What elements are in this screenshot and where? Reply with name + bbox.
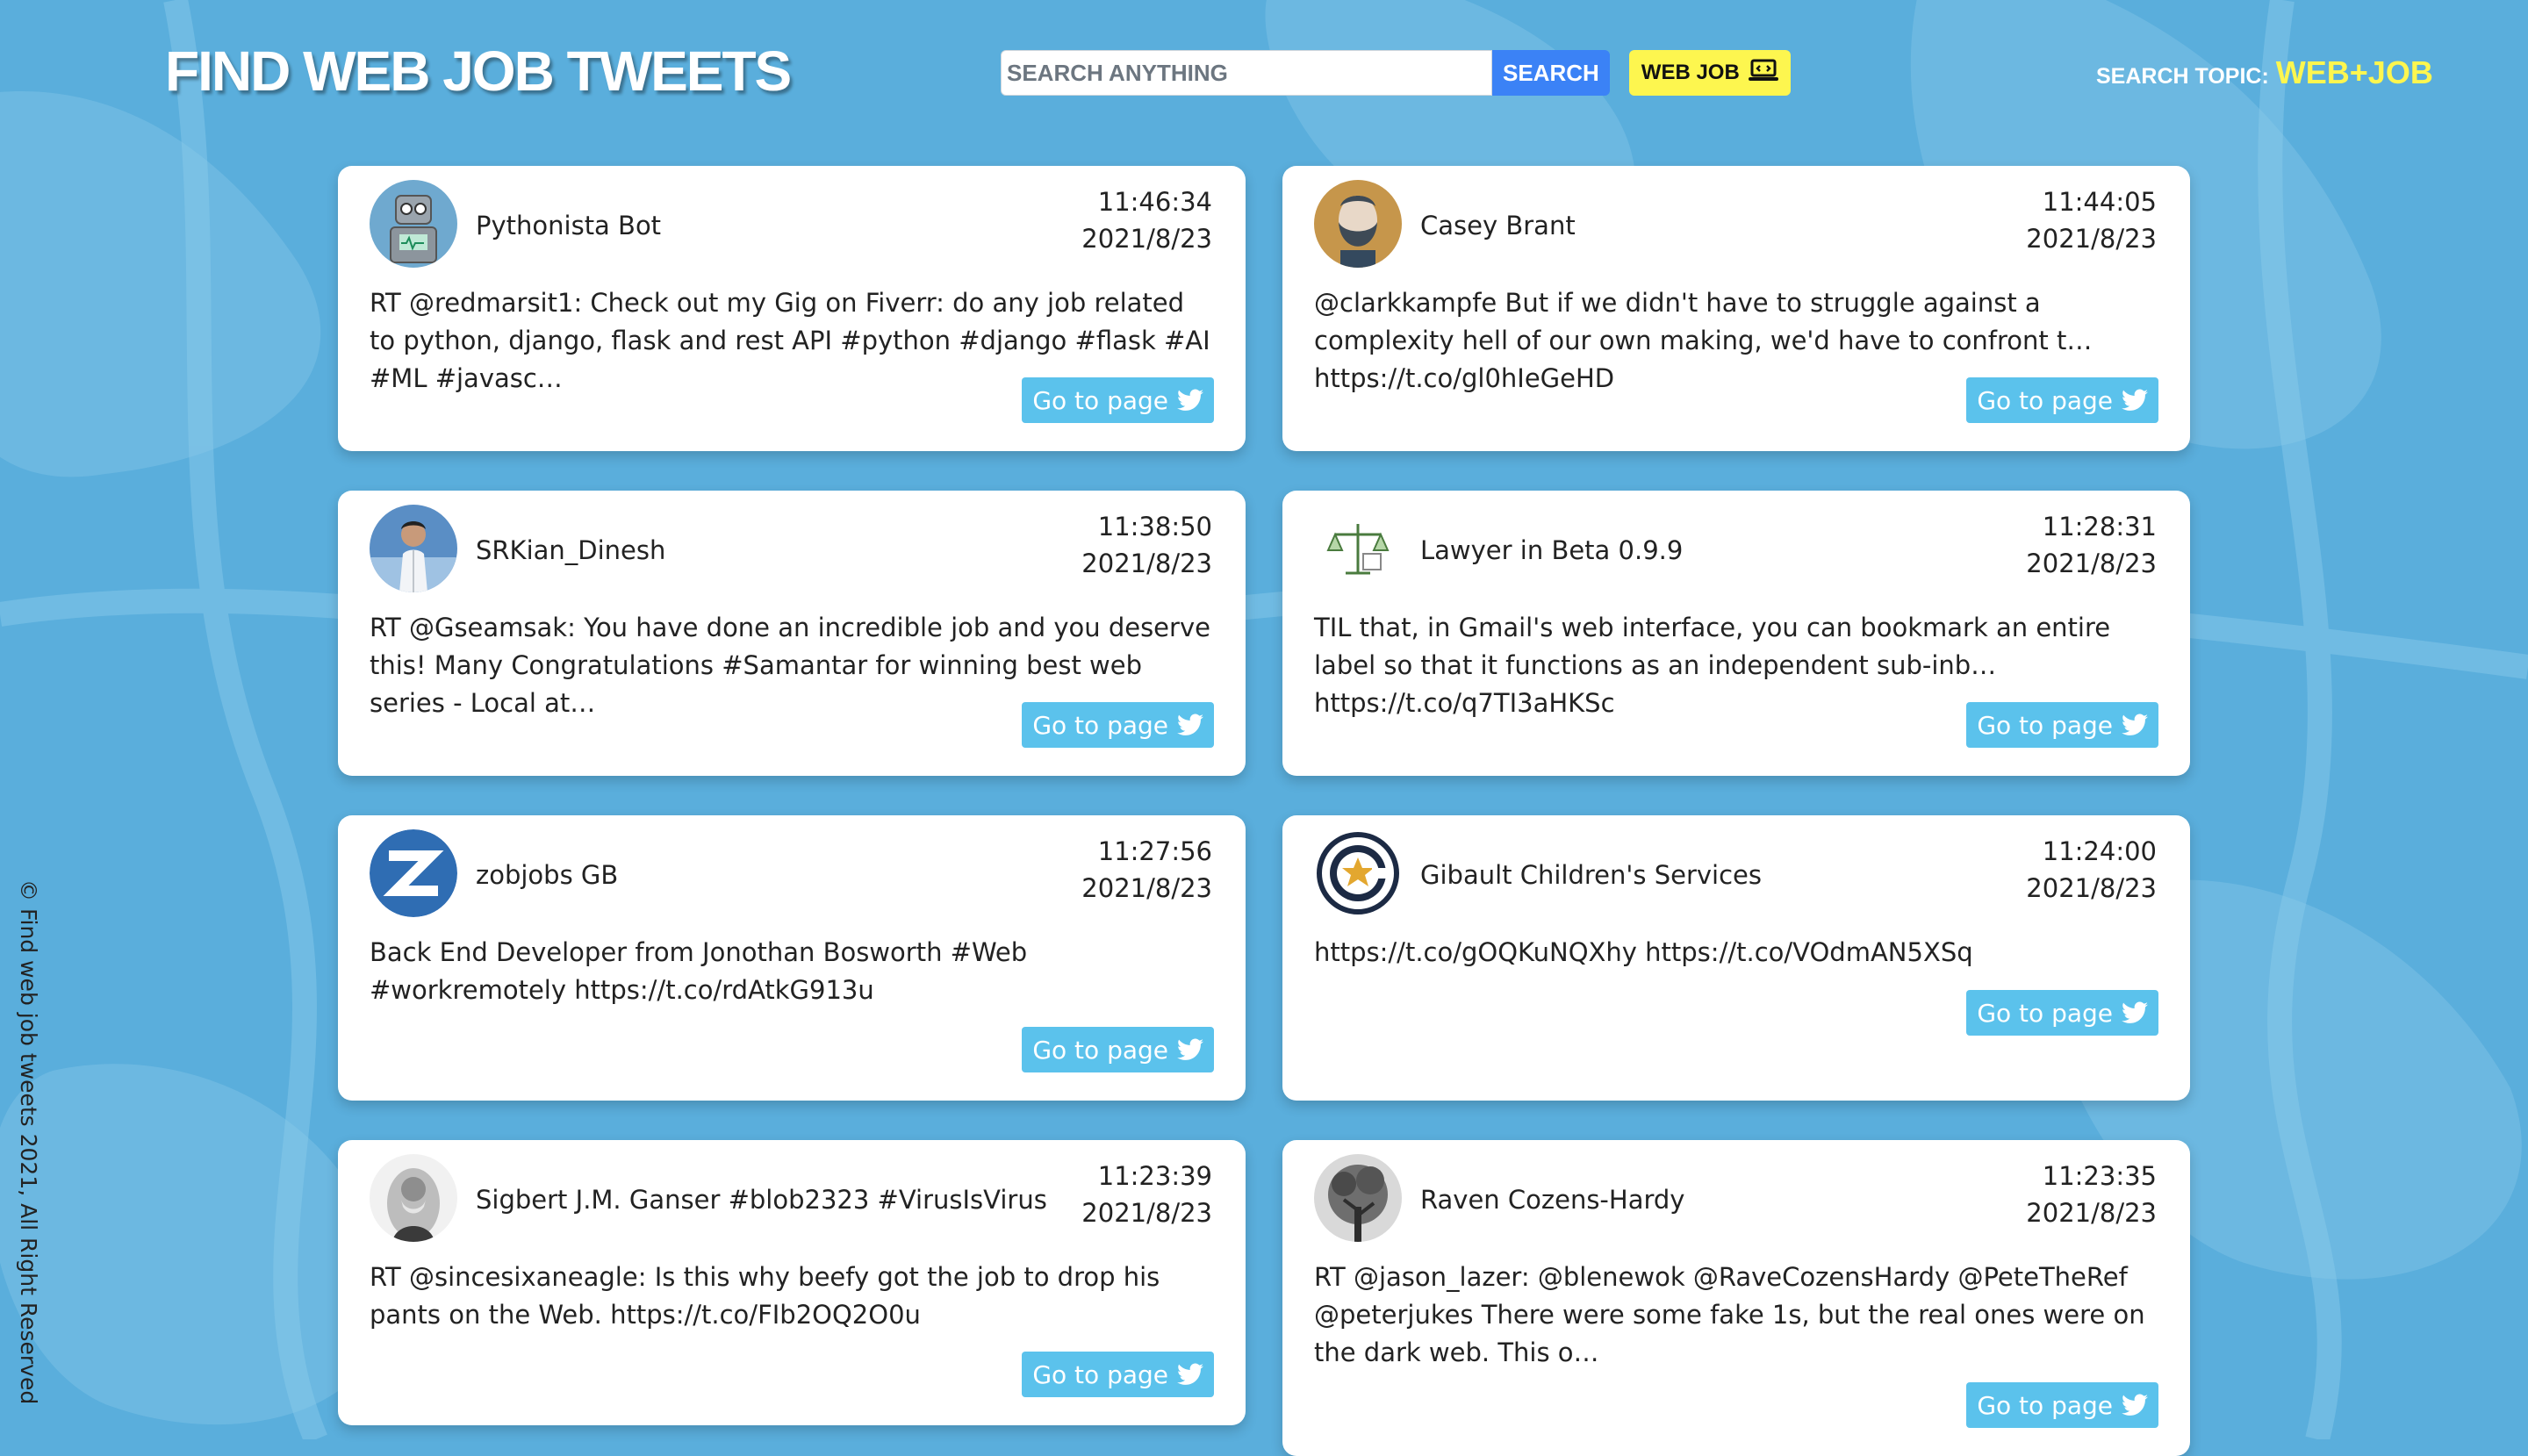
search-topic: SEARCH TOPIC: WEB+JOB xyxy=(2096,54,2433,91)
tree-photo-avatar xyxy=(1314,1154,1402,1242)
twitter-bird-icon xyxy=(1177,1363,1203,1385)
tweet-username: Casey Brant xyxy=(1420,211,1576,240)
go-to-page-label: Go to page xyxy=(1032,1359,1168,1389)
tweet-username: Gibault Children's Services xyxy=(1420,860,1762,890)
tweet-grid: Pythonista Bot 11:46:34 2021/8/23 RT @re… xyxy=(338,166,2190,1456)
search-bar: SEARCH WEB JOB xyxy=(1001,50,1791,96)
twitter-bird-icon xyxy=(1177,389,1203,411)
twitter-bird-icon xyxy=(2122,1394,2148,1416)
tweet-date: 2021/8/23 xyxy=(1081,873,1212,903)
search-topic-label: SEARCH TOPIC: xyxy=(2096,64,2269,89)
tweet-card: SRKian_Dinesh 11:38:50 2021/8/23 RT @Gse… xyxy=(338,491,1246,776)
robot-avatar xyxy=(370,180,457,268)
star-seal-avatar xyxy=(1314,829,1402,917)
tweet-timestamp: 11:46:34 2021/8/23 xyxy=(1081,183,1212,257)
web-job-button[interactable]: WEB JOB xyxy=(1628,50,1791,96)
tweet-timestamp: 11:28:31 2021/8/23 xyxy=(2026,508,2157,582)
tweet-username: SRKian_Dinesh xyxy=(476,535,666,565)
tweet-text: Back End Developer from Jonothan Boswort… xyxy=(370,937,1028,1005)
footer-copyright: © Find web job tweets 2021, All Right Re… xyxy=(16,879,41,1405)
go-to-page-button[interactable]: Go to page xyxy=(1022,1352,1214,1397)
tweet-date: 2021/8/23 xyxy=(2026,1198,2157,1228)
tweet-card: Gibault Children's Services 11:24:00 202… xyxy=(1282,815,2190,1101)
tweet-card: Sigbert J.M. Ganser #blob2323 #VirusIsVi… xyxy=(338,1140,1246,1425)
tweet-date: 2021/8/23 xyxy=(1081,224,1212,254)
search-button[interactable]: SEARCH xyxy=(1492,50,1610,96)
tweet-card: Pythonista Bot 11:46:34 2021/8/23 RT @re… xyxy=(338,166,1246,451)
tweet-date: 2021/8/23 xyxy=(2026,224,2157,254)
go-to-page-button[interactable]: Go to page xyxy=(1022,1027,1214,1072)
tweet-username: Raven Cozens-Hardy xyxy=(1420,1185,1685,1215)
go-to-page-button[interactable]: Go to page xyxy=(1966,377,2158,423)
go-to-page-label: Go to page xyxy=(1032,710,1168,740)
twitter-bird-icon xyxy=(1177,1038,1203,1060)
tweet-text: RT @sincesixaneagle: Is this why beefy g… xyxy=(370,1262,1160,1330)
tweet-card: Raven Cozens-Hardy 11:23:35 2021/8/23 RT… xyxy=(1282,1140,2190,1456)
tweet-time: 11:24:00 xyxy=(2042,836,2157,866)
scales-sketch-avatar xyxy=(1314,505,1402,592)
go-to-page-label: Go to page xyxy=(1032,385,1168,415)
person-photo-avatar xyxy=(370,505,457,592)
tweet-date: 2021/8/23 xyxy=(2026,873,2157,903)
vintage-portrait-avatar xyxy=(370,1154,457,1242)
tweet-date: 2021/8/23 xyxy=(1081,1198,1212,1228)
twitter-bird-icon xyxy=(1177,714,1203,735)
search-topic-value: WEB+JOB xyxy=(2275,54,2433,90)
tweet-text: https://t.co/gOQKuNQXhy https://t.co/VOd… xyxy=(1314,937,1973,967)
tweet-time: 11:44:05 xyxy=(2042,187,2157,217)
go-to-page-label: Go to page xyxy=(1977,998,2113,1028)
tweet-time: 11:38:50 xyxy=(1097,512,1212,542)
tweet-timestamp: 11:27:56 2021/8/23 xyxy=(1081,833,1212,907)
tweet-card: Lawyer in Beta 0.9.9 11:28:31 2021/8/23 … xyxy=(1282,491,2190,776)
go-to-page-label: Go to page xyxy=(1977,710,2113,740)
twitter-bird-icon xyxy=(2122,714,2148,735)
tweet-timestamp: 11:44:05 2021/8/23 xyxy=(2026,183,2157,257)
tweet-timestamp: 11:24:00 2021/8/23 xyxy=(2026,833,2157,907)
tweet-timestamp: 11:23:35 2021/8/23 xyxy=(2026,1158,2157,1231)
tweet-time: 11:23:35 xyxy=(2042,1161,2157,1191)
tweet-username: Sigbert J.M. Ganser #blob2323 #VirusIsVi… xyxy=(476,1185,1047,1215)
tweet-date: 2021/8/23 xyxy=(2026,549,2157,578)
go-to-page-button[interactable]: Go to page xyxy=(1022,377,1214,423)
site-logo-title[interactable]: Find web job tweets xyxy=(165,39,792,104)
tweet-card: Casey Brant 11:44:05 2021/8/23 @clarkkam… xyxy=(1282,166,2190,451)
tweet-timestamp: 11:38:50 2021/8/23 xyxy=(1081,508,1212,582)
laptop-code-icon xyxy=(1748,59,1778,88)
go-to-page-button[interactable]: Go to page xyxy=(1966,990,2158,1036)
go-to-page-button[interactable]: Go to page xyxy=(1966,702,2158,748)
tweet-time: 11:28:31 xyxy=(2042,512,2157,542)
go-to-page-label: Go to page xyxy=(1032,1035,1168,1065)
go-to-page-label: Go to page xyxy=(1977,1390,2113,1420)
tweet-username: Lawyer in Beta 0.9.9 xyxy=(1420,535,1684,565)
header: Find web job tweets SEARCH WEB JOB SEARC… xyxy=(0,0,2528,149)
tweet-date: 2021/8/23 xyxy=(1081,549,1212,578)
tweet-card: zobjobs GB 11:27:56 2021/8/23 Back End D… xyxy=(338,815,1246,1101)
web-job-label: WEB JOB xyxy=(1641,61,1740,84)
tweet-username: zobjobs GB xyxy=(476,860,619,890)
tweet-time: 11:46:34 xyxy=(1097,187,1212,217)
tweet-text: RT @jason_lazer: @blenewok @RaveCozensHa… xyxy=(1314,1262,2145,1367)
twitter-bird-icon xyxy=(2122,389,2148,411)
bearded-man-avatar xyxy=(1314,180,1402,268)
twitter-bird-icon xyxy=(2122,1001,2148,1023)
tweet-time: 11:23:39 xyxy=(1097,1161,1212,1191)
tweet-timestamp: 11:23:39 2021/8/23 xyxy=(1081,1158,1212,1231)
go-to-page-button[interactable]: Go to page xyxy=(1022,702,1214,748)
tweet-username: Pythonista Bot xyxy=(476,211,662,240)
tweet-time: 11:27:56 xyxy=(1097,836,1212,866)
search-input[interactable] xyxy=(1001,50,1492,96)
go-to-page-label: Go to page xyxy=(1977,385,2113,415)
go-to-page-button[interactable]: Go to page xyxy=(1966,1382,2158,1428)
z-logo-avatar xyxy=(370,829,457,917)
